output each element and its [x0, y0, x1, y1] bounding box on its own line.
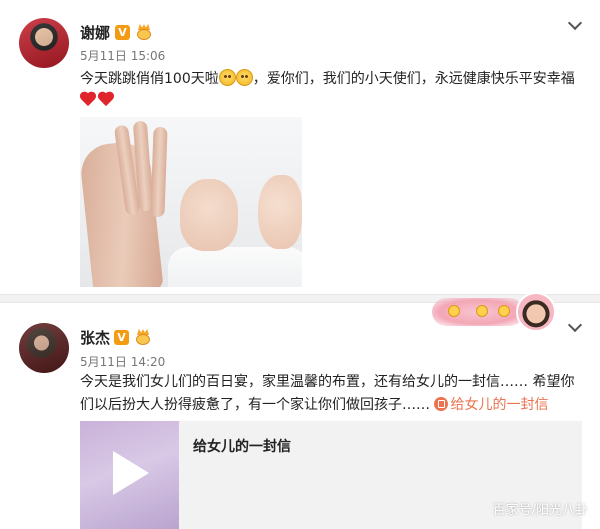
post-text-part: 今天跳跳俏俏100天啦: [80, 71, 219, 87]
heart-icon: [80, 92, 96, 108]
user-name[interactable]: 张杰: [80, 327, 110, 348]
avatar[interactable]: [19, 18, 69, 68]
link-label: 给女儿的一封信: [450, 397, 549, 413]
weibo-post: 张杰 V 5月11日 14:20 今天是我们女儿们的百日宴，家里温馨的布置，还有…: [0, 292, 600, 529]
post-photo[interactable]: [80, 117, 302, 287]
avatar-overlay: [19, 18, 69, 68]
post-timestamp[interactable]: 5月11日 14:20: [80, 353, 165, 370]
verified-badge-icon: V: [114, 330, 129, 345]
heart-icon: [98, 92, 114, 108]
chevron-down-icon[interactable]: [568, 320, 580, 332]
smile-emoji-icon: [218, 69, 236, 86]
chevron-down-icon[interactable]: [568, 18, 580, 30]
card-decoration: [432, 292, 572, 332]
baby-fist-shape: [180, 179, 238, 251]
member-crown-icon: [135, 24, 153, 40]
decoration-emoji-icon: [498, 305, 510, 317]
post-timestamp[interactable]: 5月11日 15:06: [80, 47, 165, 64]
post-text: 今天跳跳俏俏100天啦 ，爱你们，我们的小天使们，永远健康快乐平安幸福: [80, 68, 585, 90]
decoration-emoji-icon: [448, 305, 460, 317]
decoration-portrait: [516, 292, 556, 332]
finger-shape: [150, 126, 168, 218]
member-crown-icon: [134, 329, 152, 345]
baby-fist-shape: [258, 175, 302, 249]
avatar[interactable]: [19, 323, 69, 373]
verified-badge-icon: V: [115, 25, 130, 40]
letter-link[interactable]: 给女儿的一封信: [434, 397, 548, 413]
post-text: 今天是我们女儿们的百日宴，家里温馨的布置，还有给女儿的一封信…… 希望你们以后扮…: [80, 371, 585, 417]
avatar-overlay: [19, 323, 69, 373]
hearts-row: [80, 92, 116, 110]
card-thumbnail[interactable]: [80, 421, 179, 529]
weibo-post: 谢娜 V 5月11日 15:06 今天跳跳俏俏100天啦 ，爱你们，我们的小天使们…: [0, 0, 600, 294]
watermark: 百家号/阳光八卦: [492, 503, 588, 518]
smile-emoji-icon: [235, 69, 253, 86]
decoration-emoji-icon: [476, 305, 488, 317]
blanket-shape: [168, 247, 302, 287]
card-title[interactable]: 给女儿的一封信: [193, 436, 291, 456]
link-icon: [434, 397, 449, 411]
post-text-part: ，爱你们，我们的小天使们，永远健康快乐平安幸福: [252, 71, 575, 87]
user-name[interactable]: 谢娜: [80, 22, 110, 43]
play-icon[interactable]: [113, 451, 149, 495]
